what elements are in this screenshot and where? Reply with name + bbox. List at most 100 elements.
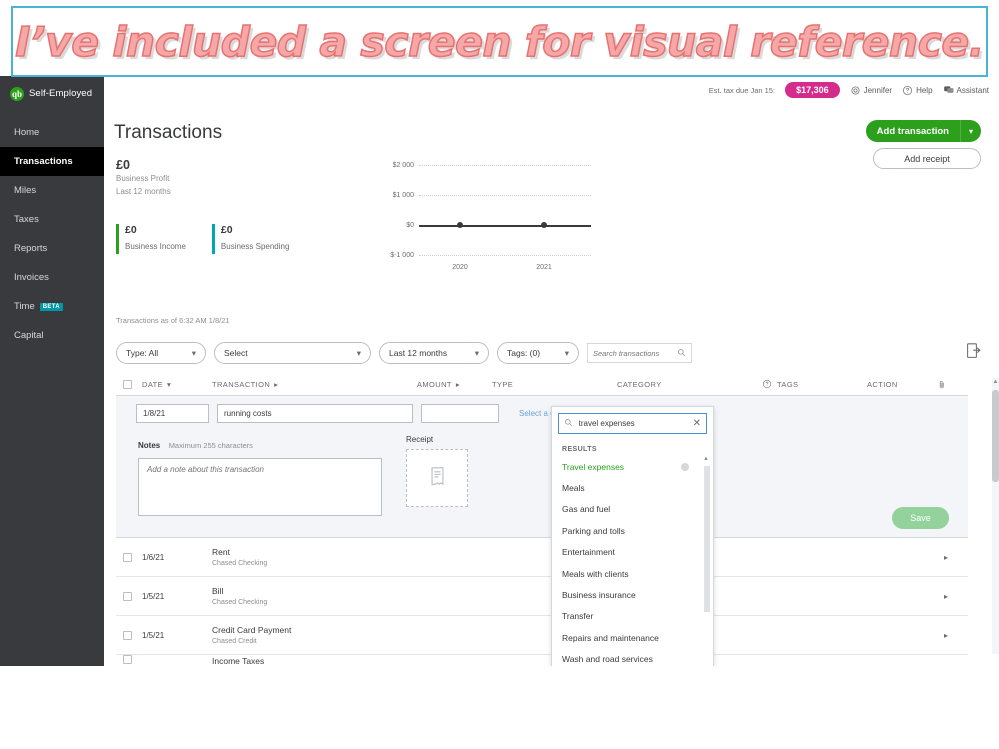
account-filter-select[interactable]: Select ▾ (214, 342, 371, 364)
category-option-label: Transfer (562, 611, 594, 622)
table-row[interactable]: Income Taxes (116, 655, 968, 666)
category-option-entertainment[interactable]: Entertainment (552, 542, 713, 563)
column-header-transaction[interactable]: TRANSACTION ▸ (212, 380, 417, 389)
assistant-menu[interactable]: Assistant (943, 85, 989, 96)
row-checkbox[interactable] (116, 630, 142, 640)
table-row[interactable]: 1/6/21 Rent Chased Checking ▸ (116, 538, 968, 577)
type-filter-select[interactable]: Type: All ▾ (116, 342, 206, 364)
kpi-business-profit: £0 Business Profit Last 12 months (116, 158, 291, 198)
kpi-spending-value: £0 (220, 224, 233, 236)
category-option-travel-expenses[interactable]: Travel expenses (552, 456, 713, 477)
sidebar-item-invoices[interactable]: Invoices (0, 263, 104, 292)
notes-section: Notes Maximum 255 characters (138, 435, 382, 521)
as-of-timestamp: Transactions as of 6:32 AM 1/8/21 (116, 316, 230, 325)
category-option-meals-with-clients[interactable]: Meals with clients (552, 563, 713, 584)
table-scrollbar-thumb[interactable] (992, 390, 999, 482)
search-transactions-box[interactable] (587, 343, 692, 363)
column-header-date[interactable]: DATE ▾ (142, 380, 212, 389)
column-header-amount[interactable]: AMOUNT ▸ (417, 380, 492, 389)
edit-amount-input[interactable] (421, 404, 499, 423)
table-scrollbar[interactable]: ▲ (992, 378, 999, 654)
category-option-label: Gas and fuel (562, 504, 611, 515)
sidebar-item-miles[interactable]: Miles (0, 176, 104, 205)
table-header-row: DATE ▾ TRANSACTION ▸ AMOUNT ▸ TYPE CATEG… (116, 374, 968, 396)
column-label: CATEGORY (617, 380, 662, 389)
save-button[interactable]: Save (892, 507, 949, 529)
add-transaction-label: Add transaction (876, 125, 949, 137)
y-tick-label: $2 000 (392, 162, 414, 169)
kpi-spending-label: Business Spending (220, 242, 290, 251)
edit-date-input[interactable]: 1/8/21 (136, 404, 209, 423)
question-circle-icon[interactable] (762, 379, 773, 390)
sidebar-item-label: Taxes (14, 214, 39, 225)
column-header-type[interactable]: TYPE (492, 380, 617, 389)
scroll-up-icon[interactable]: ▲ (703, 456, 709, 462)
kpi-business-spending: £0 Business Spending (211, 224, 290, 254)
add-transaction-button[interactable]: Add transaction ▾ (865, 120, 981, 142)
sidebar-item-label: Miles (14, 185, 37, 196)
sidebar-item-reports[interactable]: Reports (0, 234, 104, 263)
x-tick-label: 2020 (452, 264, 468, 271)
period-filter-select[interactable]: Last 12 months ▾ (379, 342, 489, 364)
sidebar-item-home[interactable]: Home (0, 118, 104, 147)
sort-icon: ▸ (455, 380, 461, 389)
category-search-input[interactable] (578, 419, 689, 428)
sidebar-item-transactions[interactable]: Transactions (0, 147, 104, 176)
row-checkbox[interactable] (116, 655, 142, 664)
category-option-business-insurance[interactable]: Business insurance (552, 584, 713, 605)
sidebar-item-capital[interactable]: Capital (0, 321, 104, 350)
select-all-checkbox[interactable] (116, 380, 142, 389)
row-expand-icon[interactable]: ▸ (944, 631, 948, 640)
chat-bubble-icon (943, 85, 954, 96)
row-checkbox[interactable] (116, 591, 142, 601)
sidebar-item-time[interactable]: Time BETA (0, 292, 104, 321)
scroll-up-icon[interactable]: ▲ (992, 379, 999, 385)
export-icon[interactable] (966, 342, 982, 360)
notes-textarea[interactable] (138, 458, 382, 516)
paperclip-icon (937, 379, 948, 390)
column-header-tags[interactable]: TAGS (762, 379, 867, 390)
row-date: 1/5/21 (142, 591, 165, 601)
category-scrollbar-thumb[interactable] (704, 466, 710, 612)
beta-badge: BETA (39, 302, 63, 311)
category-option-meals[interactable]: Meals (552, 477, 713, 498)
question-circle-icon (902, 85, 913, 96)
y-tick-label: $-1 000 (390, 252, 414, 259)
series-line-business-profit (419, 225, 591, 227)
category-search-box[interactable]: ✕ (558, 413, 707, 434)
table-row[interactable]: 1/5/21 Credit Card Payment Chased Credit… (116, 616, 968, 655)
brand[interactable]: qb Self-Employed (0, 76, 104, 104)
row-expand-icon[interactable]: ▸ (944, 592, 948, 601)
info-icon[interactable] (681, 462, 689, 471)
chevron-down-icon[interactable]: ▾ (961, 120, 981, 142)
category-option-parking-and-tolls[interactable]: Parking and tolls (552, 520, 713, 541)
row-transaction: Credit Card Payment Chased Credit (212, 624, 417, 647)
user-menu[interactable]: Jennifer (850, 85, 892, 96)
category-option-gas-and-fuel[interactable]: Gas and fuel (552, 499, 713, 520)
category-option-repairs-and-maintenance[interactable]: Repairs and maintenance (552, 627, 713, 648)
column-header-category[interactable]: CATEGORY (617, 380, 762, 389)
table-row[interactable]: 1/5/21 Bill Chased Checking ▸ (116, 577, 968, 616)
sort-desc-icon: ▾ (167, 380, 172, 389)
tax-due-amount-pill[interactable]: $17,306 (785, 82, 840, 98)
search-input[interactable] (593, 348, 677, 358)
clear-icon[interactable]: ✕ (693, 418, 701, 429)
row-checkbox[interactable] (116, 552, 142, 562)
category-option-wash-and-road-services[interactable]: Wash and road services (552, 649, 713, 666)
row-expand-icon[interactable]: ▸ (944, 553, 948, 562)
kpi-profit-period: Last 12 months (116, 187, 171, 196)
column-label: AMOUNT (417, 380, 452, 389)
column-label: TYPE (492, 380, 514, 389)
tags-filter-select[interactable]: Tags: (0) ▾ (497, 342, 579, 364)
category-scrollbar[interactable]: ▲ ▼ (703, 456, 710, 666)
help-menu[interactable]: Help (902, 85, 933, 96)
brand-label: Self-Employed (29, 88, 93, 99)
sidebar-item-taxes[interactable]: Taxes (0, 205, 104, 234)
y-tick-label: $1 000 (392, 192, 414, 199)
receipt-dropzone[interactable] (406, 449, 468, 507)
checkbox-icon (123, 380, 132, 389)
category-option-transfer[interactable]: Transfer (552, 606, 713, 627)
edit-transaction-input[interactable]: running costs (217, 404, 413, 423)
data-point (541, 222, 547, 228)
add-receipt-button[interactable]: Add receipt (873, 148, 981, 169)
